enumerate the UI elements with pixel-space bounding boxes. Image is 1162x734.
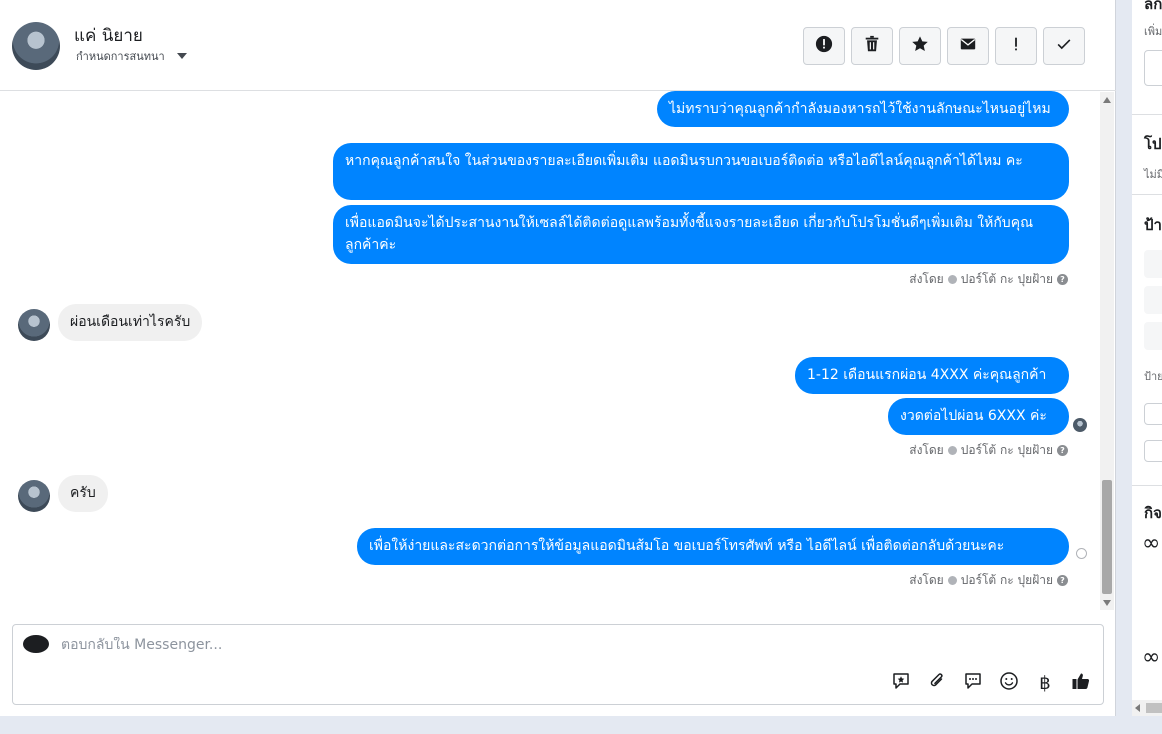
conversation-header: แค่ นิยาย กำหนดการสนทนา — [0, 0, 1116, 91]
payment-button[interactable]: ฿ — [1034, 672, 1056, 694]
sent-by-info: ส่งโดย ปอร์โต้ กะ ปุยฝ้าย ? — [909, 270, 1068, 289]
saved-reply-icon — [891, 671, 911, 695]
scroll-down-arrow-icon[interactable] — [1103, 600, 1111, 606]
delete-button[interactable] — [851, 27, 893, 65]
panel-subtext: ป้าย — [1144, 370, 1162, 383]
right-details-panel: ลก เพิ่ม โป ไม่มี ป้า ป้าย กิจ ∞ ∞ — [1132, 0, 1162, 716]
contact-avatar-small[interactable] — [18, 309, 50, 341]
mark-done-button[interactable] — [1043, 27, 1085, 65]
incoming-message[interactable]: ผ่อนเดือนเท่าไรครับ — [58, 304, 203, 341]
emoji-button[interactable] — [998, 672, 1020, 694]
report-button[interactable] — [803, 27, 845, 65]
label-item[interactable] — [1144, 250, 1162, 278]
sender-name[interactable]: ปอร์โต้ กะ ปุยฝ้าย — [961, 270, 1053, 289]
page-badge-icon — [947, 576, 957, 585]
contact-avatar-small[interactable] — [18, 480, 50, 512]
sender-name[interactable]: ปอร์โต้ กะ ปุยฝ้าย — [961, 571, 1053, 590]
emoji-icon — [999, 671, 1019, 695]
outgoing-message[interactable]: งวดต่อไปผ่อน 6XXX ค่ะ — [888, 398, 1069, 435]
mark-unread-button[interactable] — [947, 27, 989, 65]
help-icon[interactable]: ? — [1057, 445, 1068, 456]
sender-name[interactable]: ปอร์โต้ กะ ปุยฝ้าย — [961, 441, 1053, 460]
panel-input[interactable] — [1144, 403, 1162, 425]
sent-by-label: ส่งโดย — [909, 272, 944, 286]
trash-icon — [863, 35, 881, 57]
panel-subtext: ไม่มี — [1144, 168, 1162, 181]
mail-icon — [959, 35, 977, 57]
conversation-panel: แค่ นิยาย กำหนดการสนทนา ไม่ทราบว่าคุณลูก… — [0, 0, 1116, 716]
help-icon[interactable]: ? — [1057, 274, 1068, 285]
label-item[interactable] — [1144, 286, 1162, 314]
infinity-icon: ∞ — [1142, 645, 1161, 670]
sent-by-label: ส่งโดย — [909, 573, 944, 587]
infinity-icon: ∞ — [1142, 531, 1161, 556]
panel-heading: ป้า — [1144, 216, 1162, 234]
panel-subtext: เพิ่ม — [1144, 25, 1162, 38]
panel-divider — [1132, 485, 1162, 486]
star-button[interactable] — [899, 27, 941, 65]
contact-avatar[interactable] — [12, 22, 60, 70]
sent-by-info: ส่งโดย ปอร์โต้ กะ ปุยฝ้าย ? — [909, 441, 1068, 460]
sent-by-label: ส่งโดย — [909, 443, 944, 457]
reply-input[interactable] — [61, 637, 961, 653]
messages-scrollbar[interactable] — [1100, 92, 1114, 610]
panel-heading: ลก — [1144, 0, 1162, 13]
outgoing-message[interactable]: 1-12 เดือนแรกผ่อน 4XXX ค่ะคุณลูกค้า — [795, 357, 1069, 394]
star-icon — [911, 35, 929, 57]
assign-label: กำหนดการสนทนา — [76, 50, 165, 63]
alert-icon — [815, 35, 833, 57]
page-avatar — [23, 635, 49, 653]
page-badge-icon — [947, 275, 957, 284]
saved-replies-button[interactable] — [890, 672, 912, 694]
check-icon — [1055, 35, 1073, 57]
incoming-message[interactable]: ครับ — [58, 475, 108, 512]
panel-horizontal-scrollbar[interactable] — [1132, 700, 1162, 716]
outgoing-message[interactable]: เพื่อแอดมินจะได้ประสานงานให้เซลล์ได้ติดต… — [333, 205, 1069, 264]
caret-down-icon — [176, 53, 187, 59]
scrollbar-thumb[interactable] — [1146, 703, 1162, 713]
attach-file-button[interactable] — [926, 672, 948, 694]
messenger-features-button[interactable] — [962, 672, 984, 694]
chat-icon — [963, 671, 983, 695]
page-badge-icon — [947, 446, 957, 455]
panel-button[interactable] — [1144, 50, 1162, 86]
scroll-up-arrow-icon[interactable] — [1103, 97, 1111, 103]
reply-composer: ฿ — [12, 624, 1104, 705]
panel-heading: โป — [1144, 135, 1162, 153]
panel-divider — [1132, 114, 1162, 115]
panel-divider — [1132, 194, 1162, 195]
help-icon[interactable]: ? — [1057, 575, 1068, 586]
assign-conversation-dropdown[interactable]: กำหนดการสนทนา — [76, 47, 187, 65]
attach-icon — [927, 671, 947, 695]
panel-input[interactable] — [1144, 440, 1162, 462]
label-item[interactable] — [1144, 322, 1162, 350]
scrollbar-thumb[interactable] — [1102, 480, 1112, 594]
sent-status-icon — [1076, 548, 1087, 559]
seen-avatar — [1073, 418, 1087, 432]
exclamation-icon — [1007, 35, 1025, 57]
follow-up-button[interactable] — [995, 27, 1037, 65]
outgoing-message[interactable]: ไม่ทราบว่าคุณลูกค้ากำลังมองหารถไว้ใช้งาน… — [657, 91, 1069, 139]
panel-heading: กิจ — [1144, 504, 1162, 522]
sent-by-info: ส่งโดย ปอร์โต้ กะ ปุยฝ้าย ? — [909, 571, 1068, 590]
outgoing-message[interactable]: หากคุณลูกค้าสนใจ ในส่วนของรายละเอียดเพิ่… — [333, 143, 1069, 200]
like-button[interactable] — [1070, 672, 1092, 694]
baht-icon: ฿ — [1039, 672, 1051, 694]
scroll-left-arrow-icon[interactable] — [1135, 704, 1140, 712]
contact-name[interactable]: แค่ นิยาย — [74, 22, 143, 49]
outgoing-message[interactable]: เพื่อให้ง่ายและสะดวกต่อการให้ข้อมูลแอดมิ… — [357, 528, 1069, 565]
like-icon — [1071, 671, 1091, 695]
